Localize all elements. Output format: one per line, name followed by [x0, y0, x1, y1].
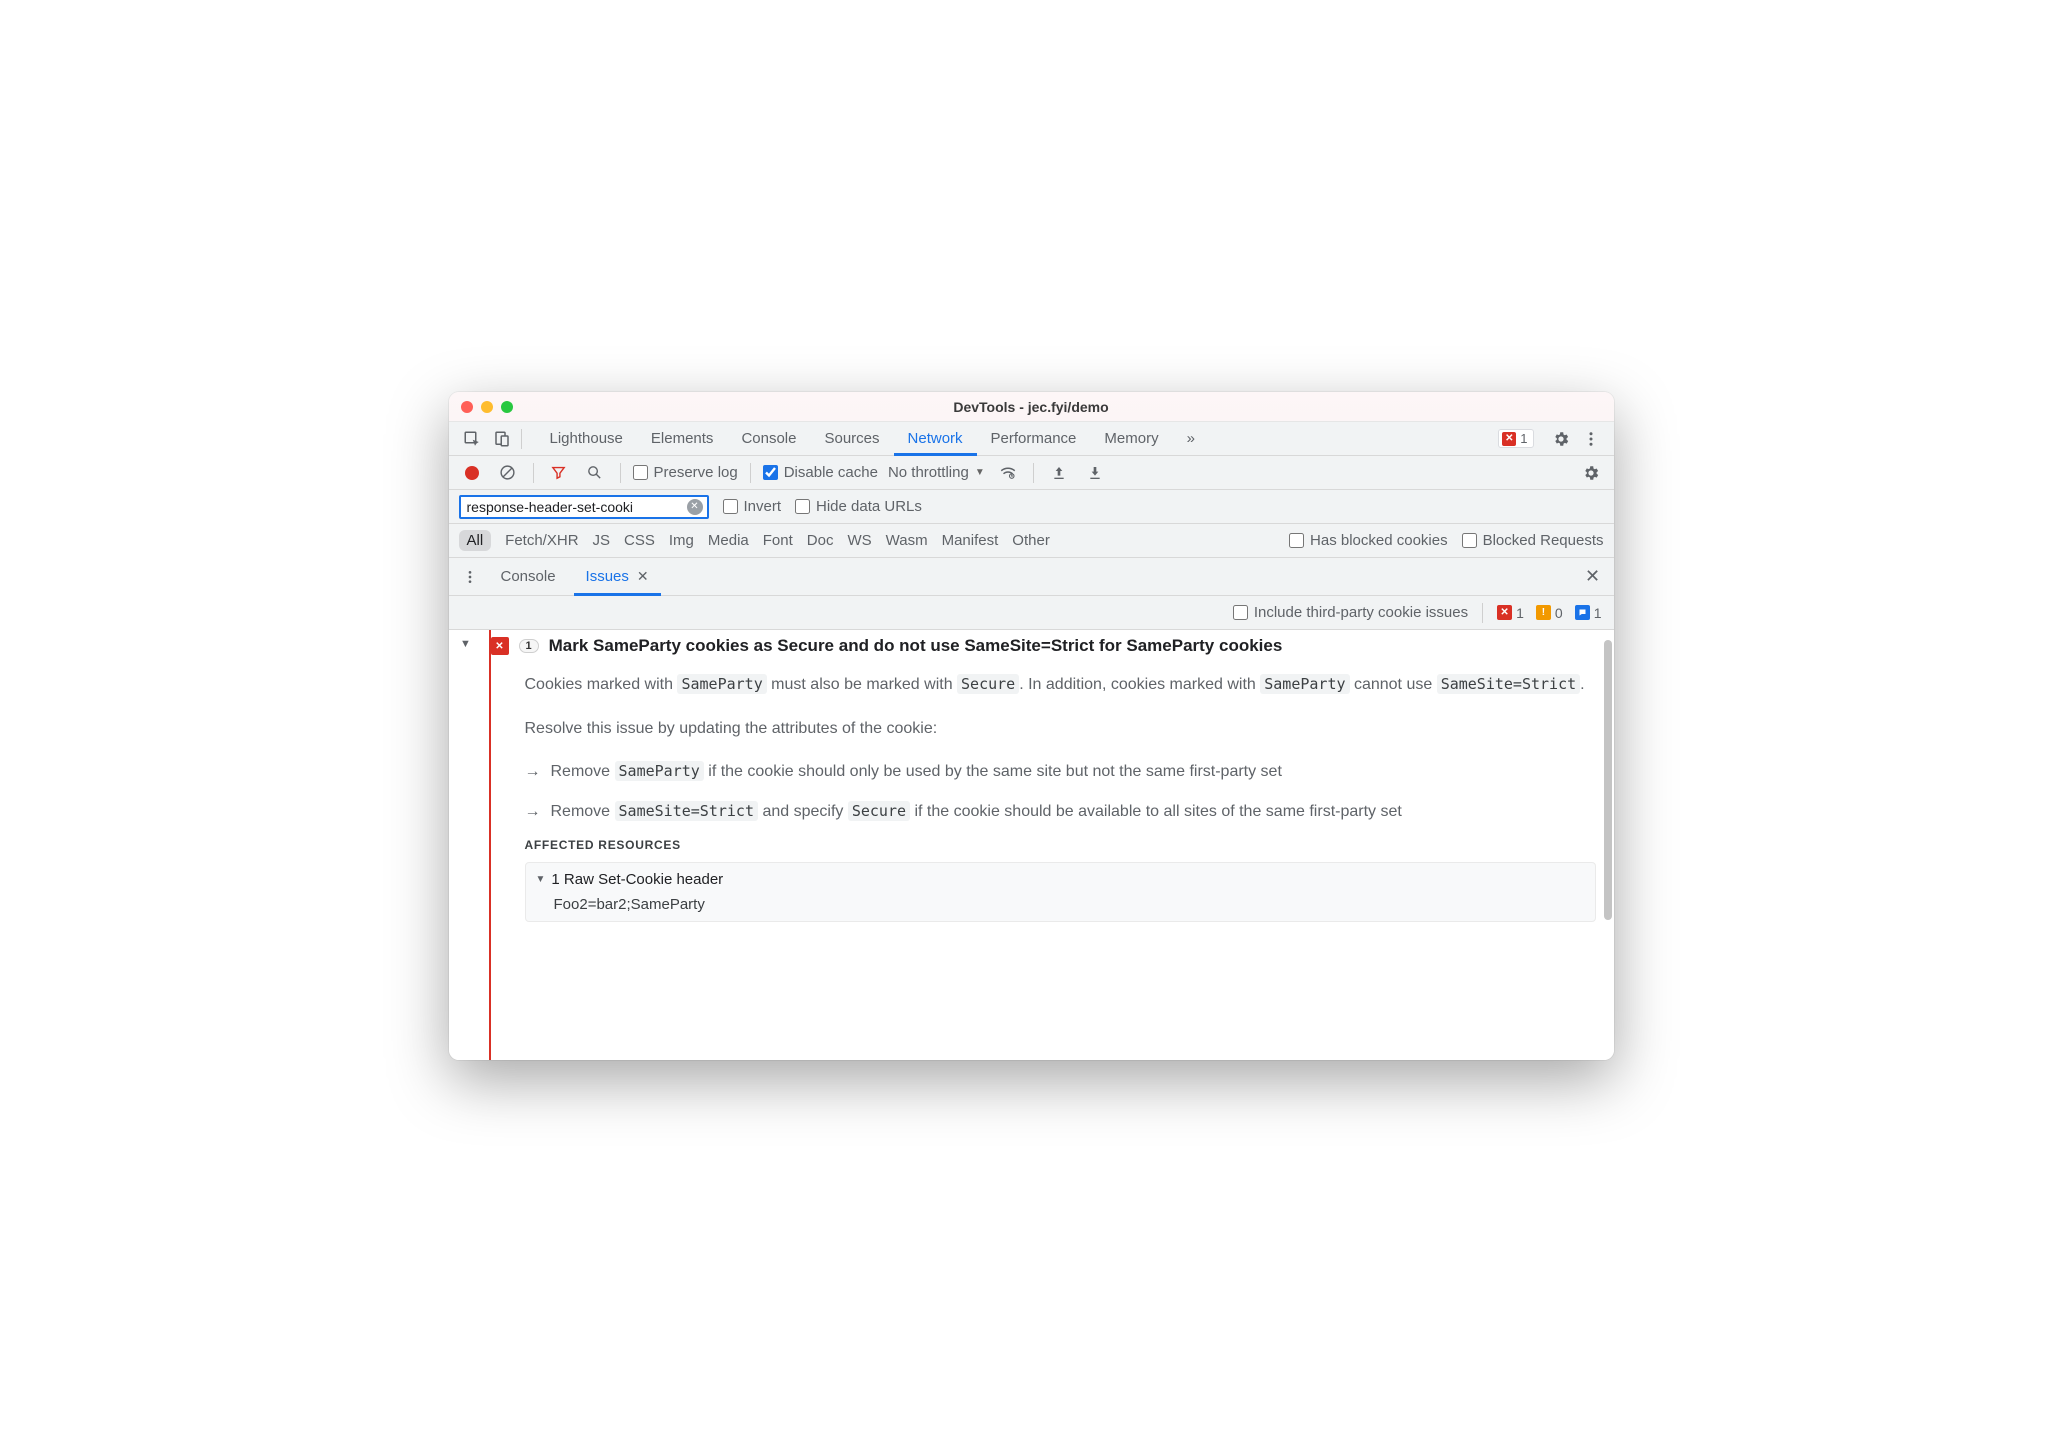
- type-img[interactable]: Img: [669, 532, 694, 549]
- main-tabs: Lighthouse Elements Console Sources Netw…: [536, 422, 1209, 456]
- error-count: 1: [1520, 431, 1527, 446]
- network-settings-gear-icon[interactable]: [1578, 460, 1604, 486]
- invert-checkbox[interactable]: Invert: [723, 498, 782, 515]
- close-drawer-icon[interactable]: ✕: [1580, 564, 1606, 590]
- issues-warning-count[interactable]: ! 0: [1536, 605, 1563, 621]
- maximize-window-button[interactable]: [501, 401, 513, 413]
- error-icon: ✕: [491, 637, 509, 655]
- hide-data-urls-checkbox[interactable]: Hide data URLs: [795, 498, 922, 515]
- close-tab-icon[interactable]: ✕: [637, 568, 649, 585]
- issues-options-bar: Include third-party cookie issues ✕ 1 ! …: [449, 596, 1614, 630]
- main-tabs-row: Lighthouse Elements Console Sources Netw…: [449, 422, 1614, 456]
- drawer-tab-issues[interactable]: Issues ✕: [574, 558, 661, 596]
- affected-resources: ▼ 1 Raw Set-Cookie header Foo2=bar2;Same…: [525, 862, 1596, 922]
- error-icon: ✕: [1497, 605, 1512, 620]
- record-button[interactable]: [459, 460, 485, 486]
- type-media[interactable]: Media: [708, 532, 749, 549]
- issue-title: Mark SameParty cookies as Secure and do …: [549, 636, 1283, 656]
- window-controls: [461, 401, 513, 413]
- issue-panel: ▼ ✕ 1 Mark SameParty cookies as Secure a…: [449, 630, 1614, 1060]
- info-icon: [1575, 605, 1590, 620]
- affected-resources-heading: AFFECTED RESOURCES: [525, 838, 1596, 852]
- expand-triangle-icon[interactable]: ▼: [536, 874, 546, 885]
- filter-input[interactable]: response-header-set-cooki ✕: [459, 495, 709, 519]
- filter-row: response-header-set-cooki ✕ Invert Hide …: [449, 490, 1614, 524]
- type-manifest[interactable]: Manifest: [942, 532, 999, 549]
- throttling-select[interactable]: No throttling ▼: [888, 464, 985, 481]
- separator: [521, 429, 522, 449]
- tab-performance[interactable]: Performance: [977, 422, 1091, 456]
- type-font[interactable]: Font: [763, 532, 793, 549]
- filter-input-text: response-header-set-cooki: [467, 499, 683, 515]
- issues-error-count[interactable]: ✕ 1: [1497, 605, 1524, 621]
- error-count-badge[interactable]: ✕ 1: [1498, 429, 1533, 448]
- settings-gear-icon[interactable]: [1548, 426, 1574, 452]
- upload-har-icon[interactable]: [1046, 460, 1072, 486]
- tab-console[interactable]: Console: [727, 422, 810, 456]
- tabs-overflow[interactable]: »: [1173, 422, 1209, 456]
- minimize-window-button[interactable]: [481, 401, 493, 413]
- issue-description: Cookies marked with SameParty must also …: [491, 672, 1596, 824]
- drawer-tab-console[interactable]: Console: [489, 558, 568, 596]
- search-icon[interactable]: [582, 460, 608, 486]
- inspect-element-icon[interactable]: [459, 426, 485, 452]
- issues-info-count[interactable]: 1: [1575, 605, 1602, 621]
- chevron-down-icon: ▼: [975, 467, 985, 478]
- warning-icon: !: [1536, 605, 1551, 620]
- download-har-icon[interactable]: [1082, 460, 1108, 486]
- type-css[interactable]: CSS: [624, 532, 655, 549]
- titlebar: DevTools - jec.fyi/demo: [449, 392, 1614, 422]
- type-all[interactable]: All: [459, 530, 492, 551]
- arrow-right-icon: →: [525, 759, 541, 785]
- resolution-step: → Remove SameSite=Strict and specify Sec…: [525, 799, 1596, 825]
- type-wasm[interactable]: Wasm: [886, 532, 928, 549]
- blocked-requests-checkbox[interactable]: Blocked Requests: [1462, 532, 1604, 549]
- more-menu-icon[interactable]: [1578, 426, 1604, 452]
- filter-funnel-icon[interactable]: [546, 460, 572, 486]
- type-js[interactable]: JS: [593, 532, 611, 549]
- type-ws[interactable]: WS: [847, 532, 871, 549]
- type-filter-row: All Fetch/XHR JS CSS Img Media Font Doc …: [449, 524, 1614, 558]
- drawer-more-icon[interactable]: [457, 564, 483, 590]
- tab-sources[interactable]: Sources: [810, 422, 893, 456]
- preserve-log-checkbox[interactable]: Preserve log: [633, 464, 738, 481]
- issue-header[interactable]: ✕ 1 Mark SameParty cookies as Secure and…: [491, 636, 1596, 656]
- type-other[interactable]: Other: [1012, 532, 1050, 549]
- resolution-step: → Remove SameParty if the cookie should …: [525, 759, 1596, 785]
- scrollbar-thumb[interactable]: [1604, 640, 1612, 920]
- issue-gutter: ▼: [449, 630, 483, 1060]
- network-toolbar: Preserve log Disable cache No throttling…: [449, 456, 1614, 490]
- clear-icon[interactable]: [495, 460, 521, 486]
- arrow-right-icon: →: [525, 799, 541, 825]
- network-conditions-icon[interactable]: [995, 460, 1021, 486]
- affected-summary[interactable]: ▼ 1 Raw Set-Cookie header: [536, 871, 1585, 888]
- tab-elements[interactable]: Elements: [637, 422, 728, 456]
- include-third-party-checkbox[interactable]: Include third-party cookie issues: [1233, 604, 1468, 621]
- window-title: DevTools - jec.fyi/demo: [953, 399, 1108, 415]
- type-fetch-xhr[interactable]: Fetch/XHR: [505, 532, 578, 549]
- error-icon: ✕: [1502, 432, 1516, 446]
- has-blocked-cookies-checkbox[interactable]: Has blocked cookies: [1289, 532, 1448, 549]
- drawer-tabs: Console Issues ✕ ✕: [449, 558, 1614, 596]
- affected-value: Foo2=bar2;SameParty: [554, 896, 1585, 913]
- type-doc[interactable]: Doc: [807, 532, 834, 549]
- disable-cache-checkbox[interactable]: Disable cache: [763, 464, 878, 481]
- tab-memory[interactable]: Memory: [1090, 422, 1172, 456]
- tab-network[interactable]: Network: [894, 422, 977, 456]
- expand-triangle-icon[interactable]: ▼: [460, 638, 471, 650]
- close-window-button[interactable]: [461, 401, 473, 413]
- device-toolbar-icon[interactable]: [489, 426, 515, 452]
- issue-occurrence-count: 1: [519, 639, 539, 653]
- tab-lighthouse[interactable]: Lighthouse: [536, 422, 637, 456]
- clear-filter-icon[interactable]: ✕: [687, 499, 703, 515]
- devtools-window: DevTools - jec.fyi/demo Lighthouse Eleme…: [449, 392, 1614, 1060]
